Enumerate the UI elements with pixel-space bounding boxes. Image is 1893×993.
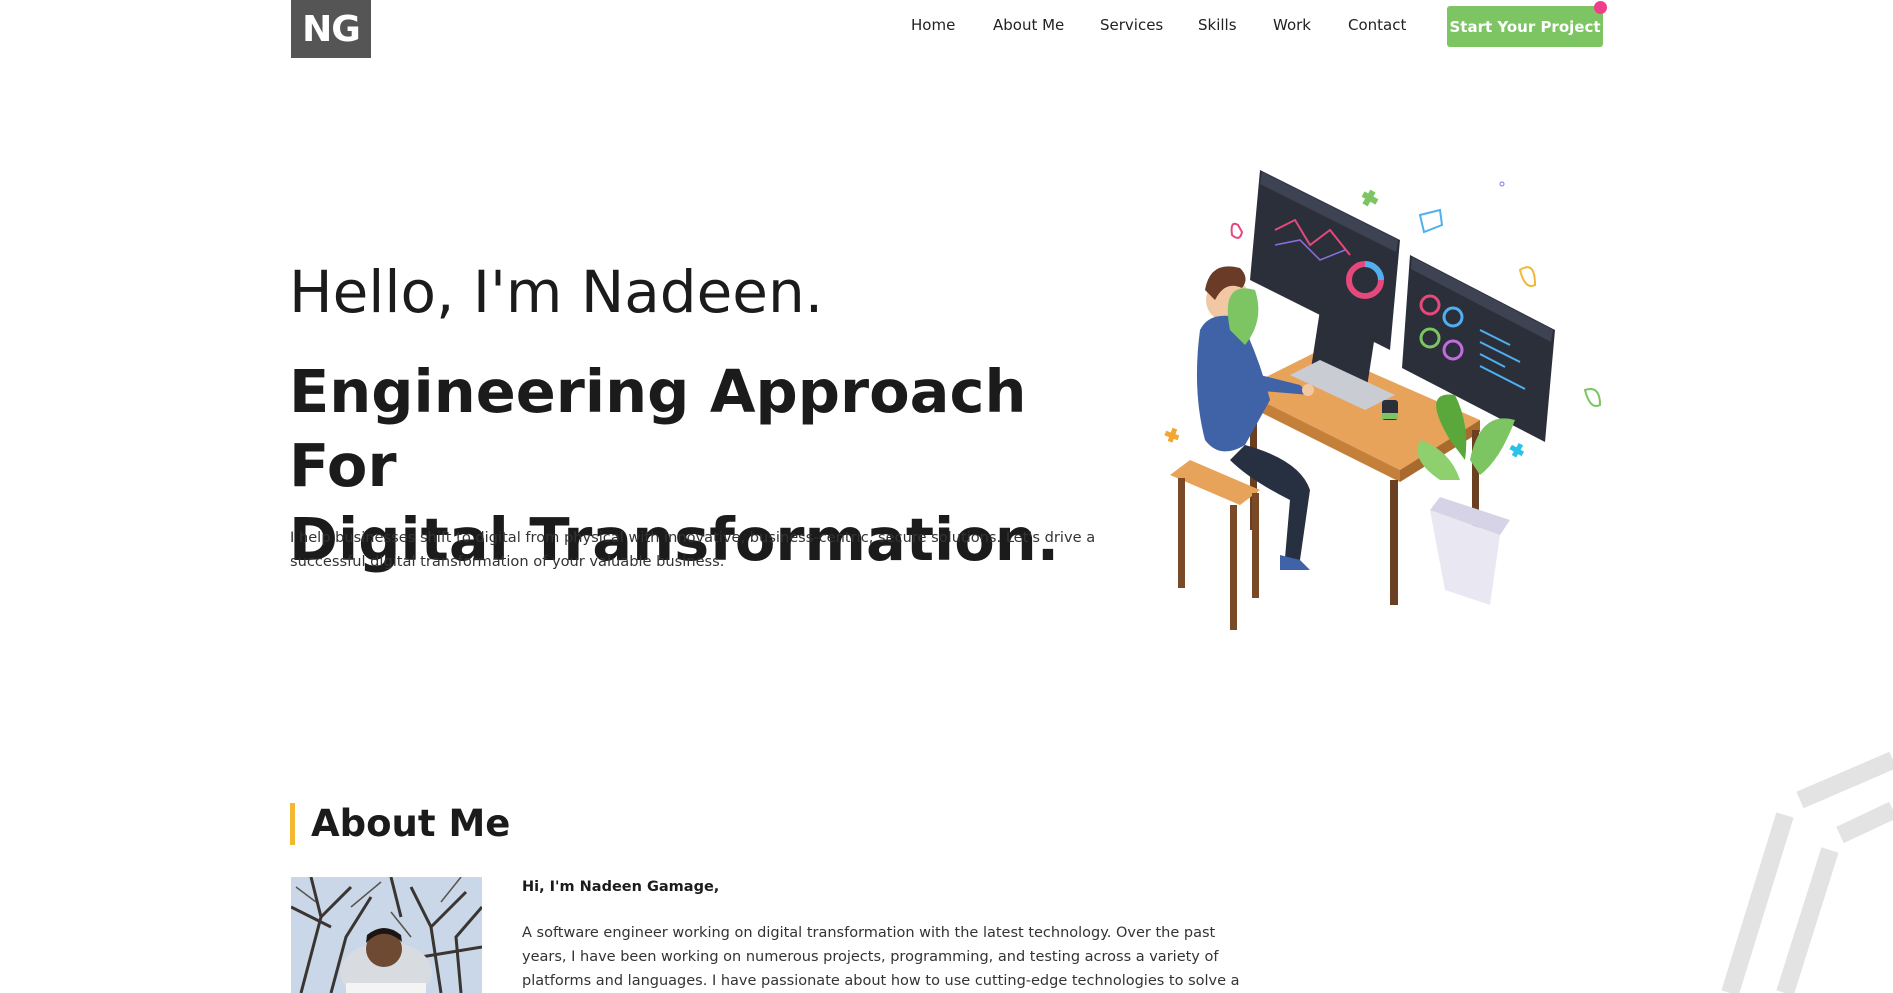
about-title: About Me xyxy=(311,802,511,845)
about-body: A software engineer working on digital t… xyxy=(522,925,1240,989)
about-accent-bar xyxy=(290,803,295,845)
developer-desk-illustration xyxy=(1164,170,1602,630)
notification-dot xyxy=(1594,1,1607,14)
profile-photo xyxy=(291,877,482,993)
about-greeting: Hi, I'm Nadeen Gamage, xyxy=(522,879,720,895)
nav-skills[interactable]: Skills xyxy=(1198,16,1237,34)
nav-work[interactable]: Work xyxy=(1273,16,1311,34)
decorative-chevron-shape xyxy=(1721,751,1893,993)
start-project-button[interactable]: Start Your Project xyxy=(1447,6,1603,47)
nav-about-me[interactable]: About Me xyxy=(993,16,1064,34)
main-nav: Home About Me Services Skills Work Conta… xyxy=(0,16,1893,36)
nav-home[interactable]: Home xyxy=(911,16,955,34)
hero-description: I help businesses shift to digital from … xyxy=(290,529,1096,570)
nav-services[interactable]: Services xyxy=(1100,16,1163,34)
hero-greeting: Hello, I'm Nadeen. xyxy=(289,258,824,326)
nav-contact[interactable]: Contact xyxy=(1348,16,1406,34)
hero-title-line1: Engineering Approach For xyxy=(289,357,1027,500)
